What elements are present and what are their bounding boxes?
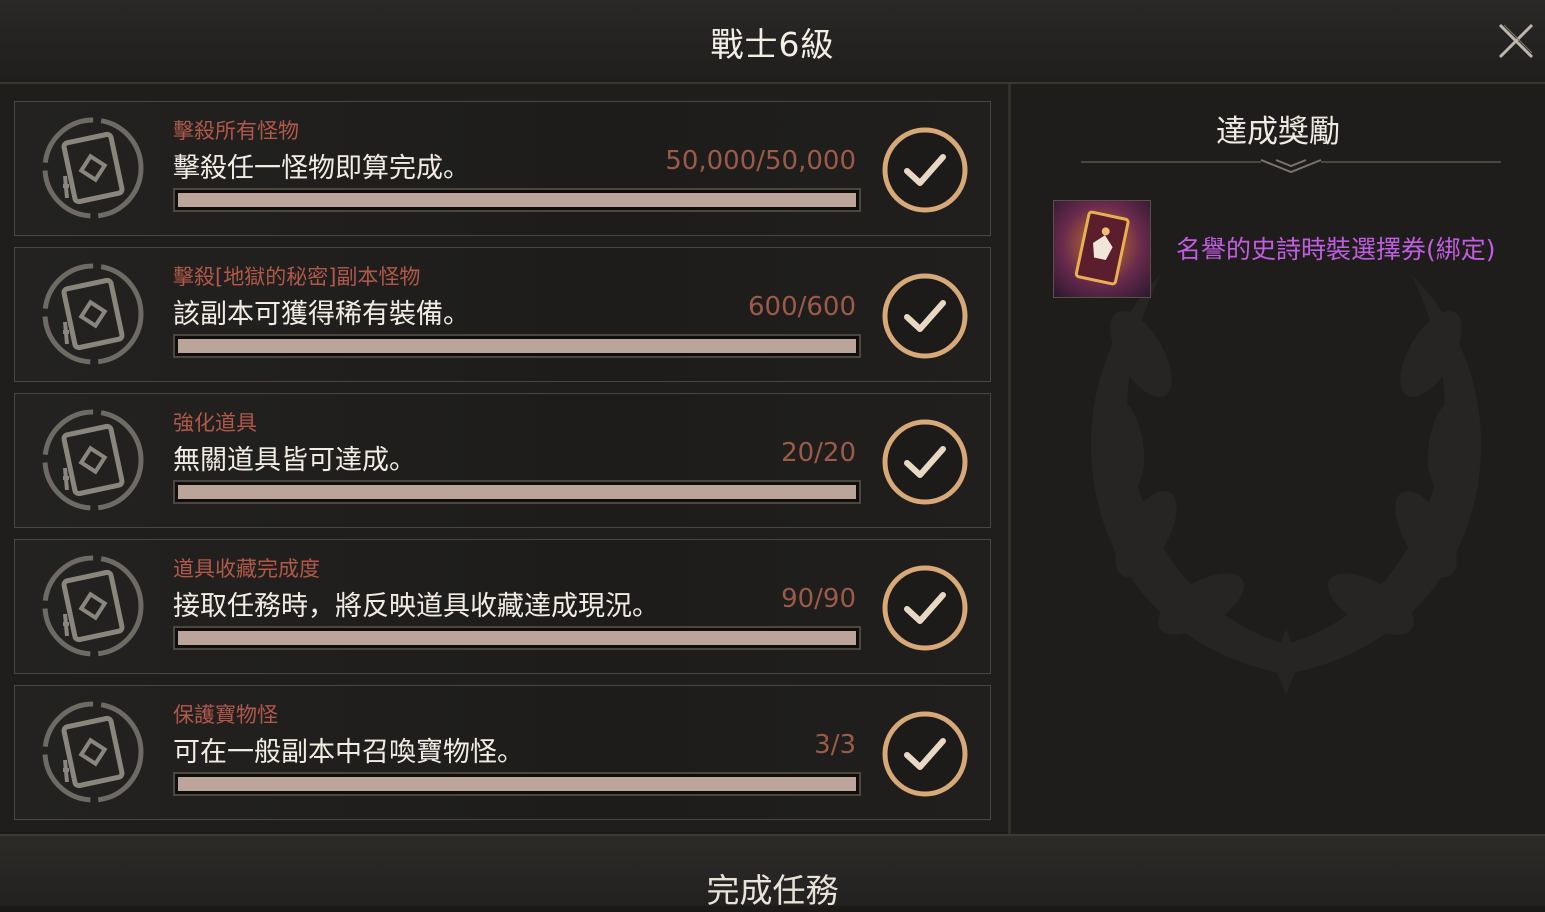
quest-category: 強化道具 [173, 411, 257, 435]
quest-progress-bar [173, 334, 861, 358]
quest-progress-bar [173, 626, 861, 650]
quest-list: 擊殺所有怪物 擊殺任一怪物即算完成。 50,000/50,000 擊殺[地獄的秘… [0, 84, 1008, 832]
laurel-wreath-icon [1091, 274, 1481, 694]
quest-progress-text: 600/600 [747, 292, 856, 322]
complete-quest-label: 完成任務 [706, 871, 839, 910]
quest-category: 道具收藏完成度 [173, 557, 320, 581]
progress-fill [178, 631, 856, 645]
quest-description: 接取任務時，將反映道具收藏達成現況。 [173, 591, 659, 622]
quest-category: 保護寶物怪 [173, 703, 278, 727]
quest-description: 該副本可獲得稀有裝備。 [173, 299, 470, 330]
reward-item-name: 名譽的史詩時裝選擇券(綁定) [1176, 235, 1496, 264]
quest-card: 擊殺[地獄的秘密]副本怪物 該副本可獲得稀有裝備。 600/600 [14, 247, 991, 382]
epic-costume-ticket-icon [1074, 210, 1130, 286]
quest-book-icon [42, 701, 144, 803]
quest-book-icon [42, 117, 144, 219]
quest-card: 道具收藏完成度 接取任務時，將反映道具收藏達成現況。 90/90 [14, 539, 991, 674]
quest-progress-bar [173, 480, 861, 504]
progress-fill [178, 777, 856, 791]
progress-fill [178, 193, 856, 207]
quest-description: 可在一般副本中召喚寶物怪。 [173, 737, 524, 768]
close-icon[interactable] [1495, 20, 1537, 62]
quest-book-icon [42, 409, 144, 511]
quest-description: 無關道具皆可達成。 [173, 445, 416, 476]
quest-book-icon [42, 555, 144, 657]
check-icon[interactable] [879, 708, 971, 800]
quest-progress-text: 20/20 [781, 438, 856, 468]
check-icon[interactable] [879, 124, 971, 216]
complete-quest-button[interactable]: 完成任務 [0, 834, 1545, 910]
quest-category: 擊殺[地獄的秘密]副本怪物 [173, 265, 421, 289]
progress-fill [178, 339, 856, 353]
quest-progress-bar [173, 772, 861, 796]
reward-title: 達成獎勵 [1216, 114, 1340, 150]
quest-progress-text: 90/90 [781, 584, 856, 614]
quest-progress-text: 3/3 [814, 730, 856, 760]
quest-progress-bar [173, 188, 861, 212]
quest-category: 擊殺所有怪物 [173, 119, 299, 143]
divider-ornament [1081, 159, 1501, 174]
quest-card: 強化道具 無關道具皆可達成。 20/20 [14, 393, 991, 528]
quest-description: 擊殺任一怪物即算完成。 [173, 153, 470, 184]
check-icon[interactable] [879, 562, 971, 654]
quest-progress-text: 50,000/50,000 [665, 146, 856, 176]
header-bar: 戰士6級 [0, 0, 1545, 84]
quest-card: 擊殺所有怪物 擊殺任一怪物即算完成。 50,000/50,000 [14, 101, 991, 236]
check-icon[interactable] [879, 416, 971, 508]
check-icon[interactable] [879, 270, 971, 362]
progress-fill [178, 485, 856, 499]
page-title: 戰士6級 [710, 25, 835, 64]
reward-item-slot[interactable] [1053, 200, 1151, 298]
quest-book-icon [42, 263, 144, 365]
reward-panel: 達成獎勵 名譽的史詩時裝選擇券(綁定) [1011, 84, 1545, 834]
quest-card: 保護寶物怪 可在一般副本中召喚寶物怪。 3/3 [14, 685, 991, 820]
